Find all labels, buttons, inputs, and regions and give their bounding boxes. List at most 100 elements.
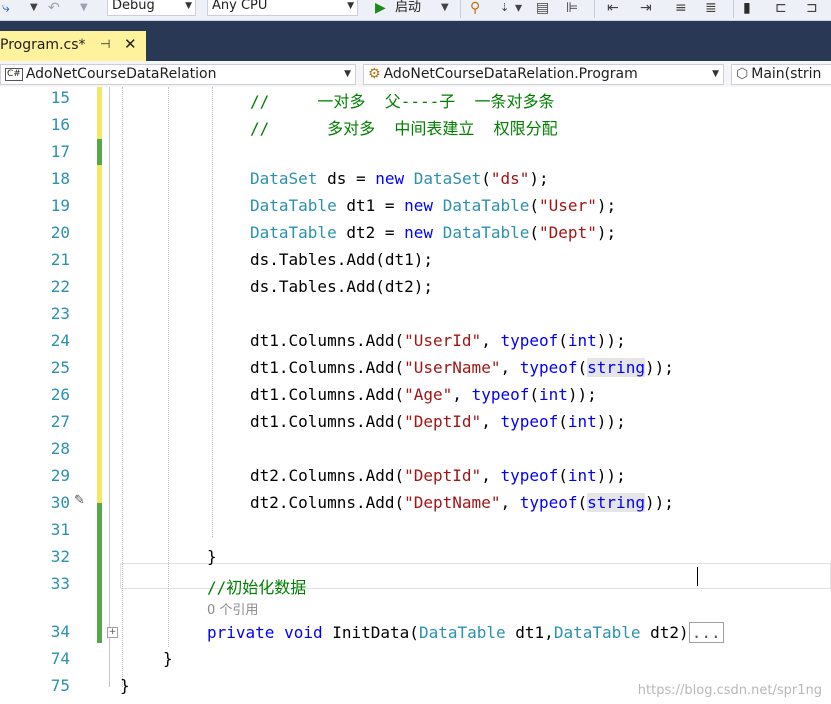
dropdown-icon[interactable]: ▾ bbox=[515, 0, 522, 16]
method-icon: ⬡ bbox=[736, 66, 749, 82]
watermark-text: https://blog.csdn.net/spr1ng bbox=[637, 683, 822, 698]
step-icon[interactable]: ⇣ bbox=[500, 0, 509, 16]
line-number: 24 bbox=[50, 331, 70, 350]
code-line[interactable]: // 一对多 父----子 一条对多条 bbox=[250, 88, 555, 112]
code-line[interactable]: ds.Tables.Add(dt2); bbox=[250, 277, 433, 296]
code-line[interactable]: } bbox=[207, 547, 217, 566]
code-line[interactable]: DataSet ds = new DataSet("ds"); bbox=[250, 169, 549, 188]
indent-icon[interactable]: ⇥ bbox=[640, 0, 652, 16]
bookmark-next-icon[interactable]: ⊐ bbox=[806, 0, 818, 16]
code-line[interactable]: } bbox=[163, 649, 173, 668]
line-number: 18 bbox=[50, 169, 70, 188]
expand-icon[interactable]: + bbox=[107, 627, 118, 638]
indent-guide bbox=[168, 87, 169, 647]
code-line[interactable]: dt1.Columns.Add("UserId", typeof(int)); bbox=[250, 331, 626, 350]
line-number: 30 bbox=[50, 493, 70, 512]
start-icon[interactable]: ▶ bbox=[375, 0, 386, 16]
platform-value: Any CPU bbox=[212, 0, 268, 13]
find-icon[interactable]: ⚲ bbox=[470, 0, 480, 16]
indent-guide bbox=[212, 87, 213, 537]
bookmark-prev-icon[interactable]: ⊏ bbox=[775, 0, 787, 16]
change-bar-saved bbox=[97, 139, 102, 165]
pin-icon[interactable]: ⊣ bbox=[100, 37, 110, 51]
toolbar-separator bbox=[733, 0, 734, 18]
uncomment-icon[interactable]: ≣ bbox=[705, 0, 717, 16]
solution-config-select[interactable]: Debug ▼ bbox=[107, 0, 196, 16]
bookmark-icon[interactable]: ▮ bbox=[743, 0, 751, 16]
document-tab-strip: Program.cs* ⊣ ✕ bbox=[0, 21, 831, 61]
tab-title: Program.cs* bbox=[0, 37, 86, 53]
member-dropdown[interactable]: ⬡ Main(strin bbox=[731, 64, 831, 85]
line-number: 75 bbox=[50, 676, 70, 695]
toolbar-separator bbox=[460, 0, 461, 18]
change-bar-saved bbox=[97, 503, 102, 643]
code-line[interactable]: dt2.Columns.Add("DeptName", typeof(strin… bbox=[250, 493, 674, 512]
code-line[interactable]: dt2.Columns.Add("DeptId", typeof(int)); bbox=[250, 466, 626, 485]
project-name: AdoNetCourseDataRelation bbox=[25, 66, 217, 82]
start-button[interactable]: 启动 bbox=[395, 0, 421, 18]
indent-guide bbox=[122, 87, 123, 687]
codelens-references[interactable]: 0 个引用 bbox=[207, 599, 258, 618]
line-number: 26 bbox=[50, 385, 70, 404]
line-number: 32 bbox=[50, 547, 70, 566]
toolbar-separator bbox=[594, 0, 595, 18]
save-all-icon[interactable]: ▤ bbox=[536, 0, 549, 16]
code-line[interactable]: private void InitData(DataTable dt1,Data… bbox=[207, 622, 724, 643]
line-number: 16 bbox=[50, 115, 70, 134]
type-dropdown[interactable]: ⚙ AdoNetCourseDataRelation.Program ▼ bbox=[363, 64, 724, 85]
text-caret bbox=[697, 567, 698, 586]
line-number: 23 bbox=[50, 304, 70, 323]
main-toolbar: ⤷ ▼ ↶ ▼ Debug ▼ Any CPU ▼ ▶ 启动 ▼ ⚲ ⇣ ▾ ▤… bbox=[0, 0, 831, 21]
line-number: 33 bbox=[50, 574, 70, 593]
code-line[interactable]: } bbox=[120, 676, 130, 695]
line-number: 25 bbox=[50, 358, 70, 377]
member-name: Main(strin bbox=[751, 66, 822, 82]
code-line[interactable]: dt1.Columns.Add("UserName", typeof(strin… bbox=[250, 358, 674, 377]
line-number: 34 bbox=[50, 622, 70, 641]
outdent-icon[interactable]: ⇤ bbox=[607, 0, 619, 16]
project-dropdown[interactable]: C# AdoNetCourseDataRelation ▼ bbox=[0, 64, 356, 85]
redo-icon[interactable]: ⤷ bbox=[2, 0, 10, 16]
chevron-down-icon: ▼ bbox=[185, 1, 192, 11]
line-number: 17 bbox=[50, 142, 70, 161]
code-line[interactable]: DataTable dt2 = new DataTable("Dept"); bbox=[250, 223, 616, 242]
undo-icon[interactable]: ↶ bbox=[48, 0, 60, 16]
close-icon[interactable]: ✕ bbox=[124, 35, 137, 53]
change-bar-unsaved bbox=[97, 165, 102, 503]
tab-program-cs[interactable]: Program.cs* ⊣ ✕ bbox=[0, 31, 146, 61]
csharp-project-icon: C# bbox=[5, 68, 23, 81]
line-number: 28 bbox=[50, 439, 70, 458]
class-icon: ⚙ bbox=[368, 66, 381, 82]
layout-icon[interactable]: ⊫ bbox=[566, 0, 578, 16]
line-number: 20 bbox=[50, 223, 70, 242]
line-number: 22 bbox=[50, 277, 70, 296]
type-name: AdoNetCourseDataRelation.Program bbox=[383, 66, 638, 82]
solution-config-value: Debug bbox=[112, 0, 155, 13]
code-line[interactable]: // 多对多 中间表建立 权限分配 bbox=[250, 115, 558, 139]
chevron-down-icon: ▼ bbox=[347, 1, 354, 11]
chevron-down-icon: ▼ bbox=[712, 69, 719, 79]
line-number: 19 bbox=[50, 196, 70, 215]
navigation-bar: C# AdoNetCourseDataRelation ▼ ⚙ AdoNetCour… bbox=[0, 61, 831, 88]
chevron-down-icon: ▼ bbox=[344, 69, 351, 79]
undo-dropdown-icon[interactable]: ▼ bbox=[80, 0, 88, 16]
line-number: 29 bbox=[50, 466, 70, 485]
outline-guide bbox=[109, 87, 110, 687]
line-number: 74 bbox=[50, 649, 70, 668]
code-line[interactable]: //初始化数据 bbox=[207, 574, 306, 598]
comment-icon[interactable]: ≡ bbox=[675, 0, 687, 16]
code-line[interactable]: DataTable dt1 = new DataTable("User"); bbox=[250, 196, 616, 215]
start-dropdown-icon[interactable]: ▼ bbox=[441, 0, 449, 16]
platform-select[interactable]: Any CPU ▼ bbox=[207, 0, 358, 16]
code-line[interactable]: dt1.Columns.Add("Age", typeof(int)); bbox=[250, 385, 597, 404]
code-line[interactable]: ds.Tables.Add(dt1); bbox=[250, 250, 433, 269]
code-line[interactable]: dt1.Columns.Add("DeptId", typeof(int)); bbox=[250, 412, 626, 431]
line-number: 15 bbox=[50, 88, 70, 107]
line-number: 21 bbox=[50, 250, 70, 269]
line-number: 27 bbox=[50, 412, 70, 431]
redo-dropdown-icon[interactable]: ▼ bbox=[30, 0, 38, 16]
line-number: 31 bbox=[50, 520, 70, 539]
quick-action-icon[interactable]: ✎ bbox=[74, 493, 85, 508]
change-bar-unsaved bbox=[97, 87, 102, 139]
code-editor[interactable]: + ✎ 15 // 一对多 父----子 一条对多条 16 // 多对多 中间表建立 … bbox=[0, 87, 831, 704]
